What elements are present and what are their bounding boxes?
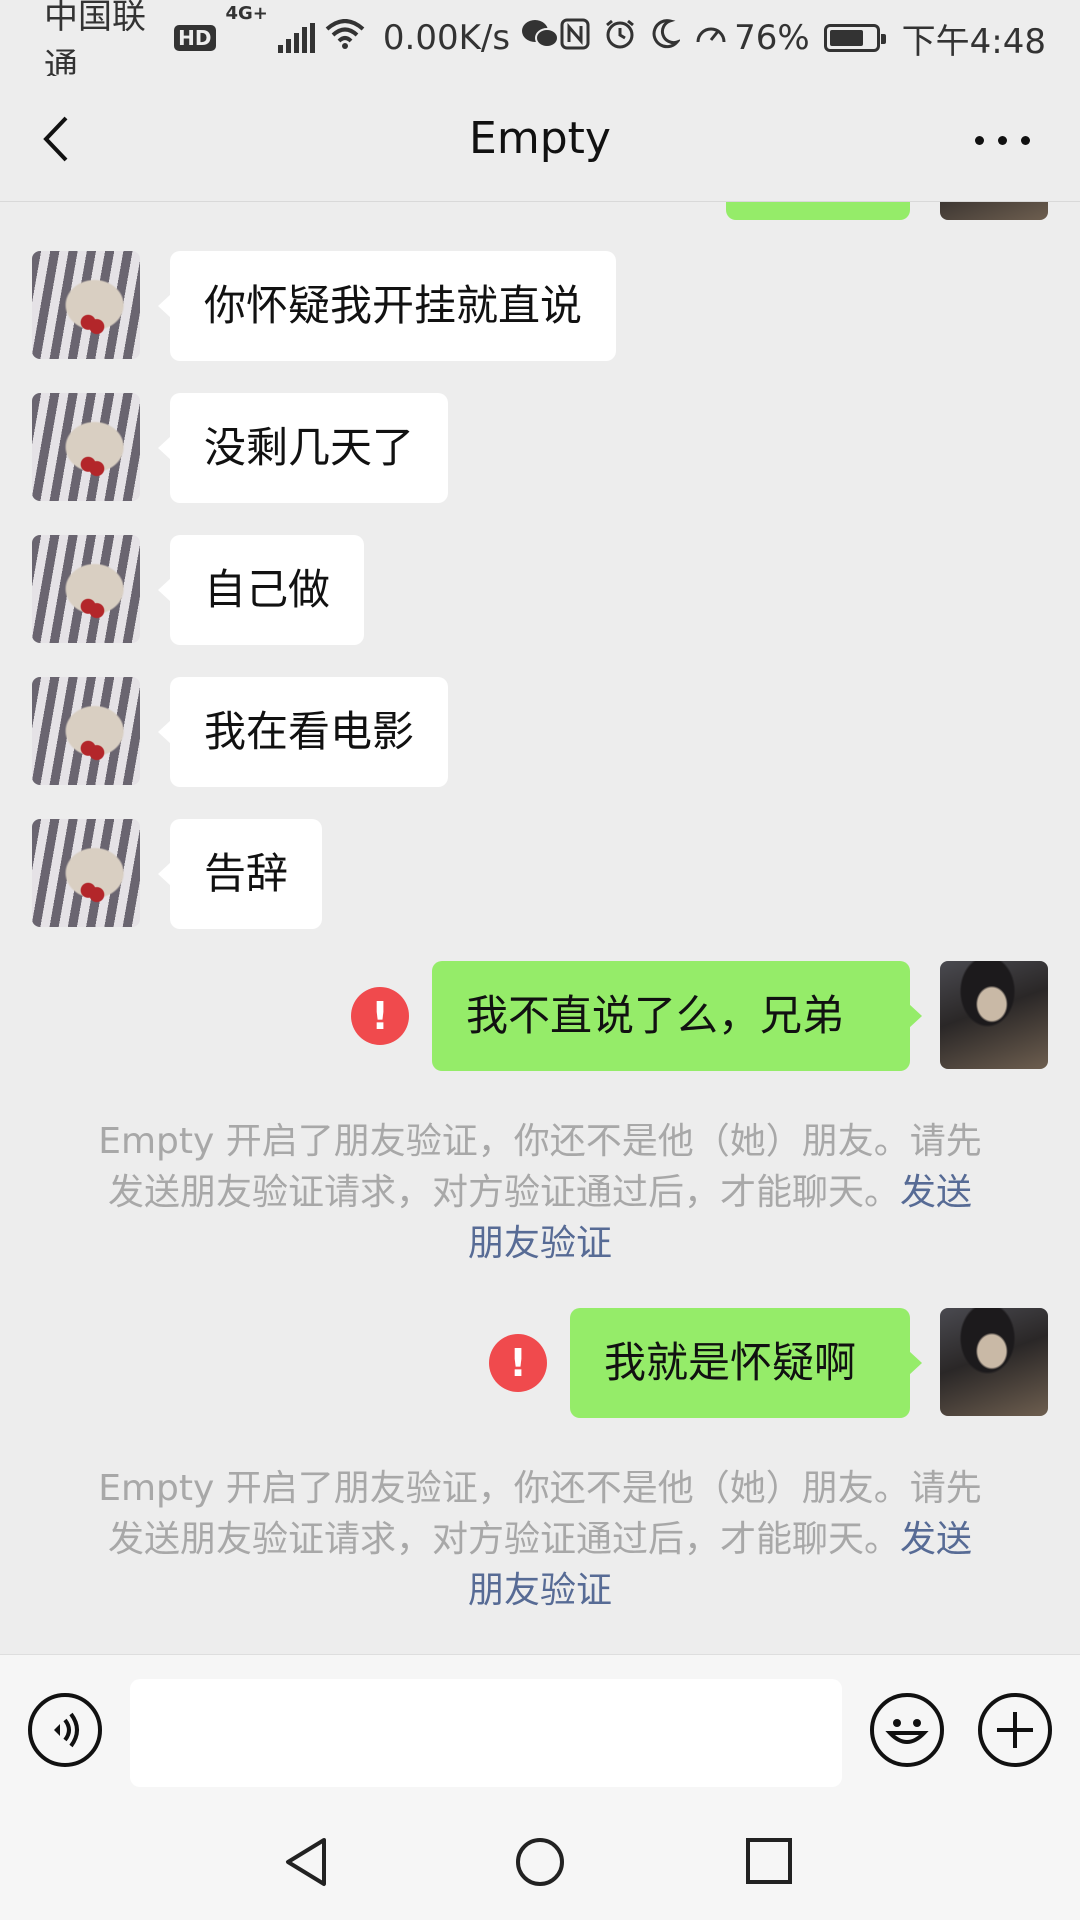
more-dots-icon[interactable] <box>975 136 1030 145</box>
emoji-icon[interactable] <box>870 1693 944 1767</box>
wifi-icon <box>325 18 365 58</box>
send-failed-icon[interactable]: ! <box>351 987 409 1045</box>
send-verification-link[interactable]: 发送 <box>900 1519 972 1560</box>
alarm-icon <box>604 18 636 59</box>
send-verification-link[interactable]: 朋友验证 <box>86 1218 994 1269</box>
message-bubble[interactable]: 你怀疑我开挂就直说 <box>157 251 617 361</box>
friend-verification-notice: Empty 开启了朋友验证，你还不是他（她）朋友。请先 发送朋友验证请求，对方验… <box>86 1463 994 1616</box>
avatar[interactable] <box>32 393 140 501</box>
home-circle-icon[interactable] <box>514 1836 566 1888</box>
speedometer-icon <box>694 18 728 59</box>
nfc-icon <box>560 18 590 59</box>
recents-square-icon[interactable] <box>744 1836 794 1886</box>
avatar[interactable] <box>32 251 140 359</box>
avatar[interactable] <box>32 677 140 785</box>
network-type: 4G+ <box>225 3 268 24</box>
plus-icon[interactable] <box>978 1693 1052 1767</box>
notice-text: Empty 开启了朋友验证，你还不是他（她）朋友。请先 <box>98 1121 982 1162</box>
avatar[interactable] <box>940 1308 1048 1416</box>
friend-verification-notice: Empty 开启了朋友验证，你还不是他（她）朋友。请先 发送朋友验证请求，对方验… <box>86 1116 994 1269</box>
chat-title: Empty <box>469 113 611 164</box>
battery-icon <box>823 24 886 52</box>
notice-text: Empty 开启了朋友验证，你还不是他（她）朋友。请先 <box>98 1468 982 1509</box>
notice-text: 发送朋友验证请求，对方验证通过后，才能聊天。 <box>107 1519 900 1560</box>
message-bubble[interactable]: 没剩几天了 <box>157 393 449 503</box>
message-bubble[interactable]: 我不直说了么，兄弟 <box>432 961 922 1071</box>
back-triangle-icon[interactable] <box>282 1836 332 1888</box>
input-bar <box>0 1654 1080 1804</box>
moon-icon <box>650 18 682 59</box>
voice-icon[interactable] <box>28 1693 102 1767</box>
message-bubble[interactable]: 告辞 <box>157 819 323 929</box>
signal-icon <box>277 23 315 53</box>
notice-text: 发送朋友验证请求，对方验证通过后，才能聊天。 <box>107 1172 900 1213</box>
message-bubble[interactable]: 自己做 <box>157 535 365 645</box>
network-speed: 0.00K/s <box>382 18 511 58</box>
message-bubble-partial <box>726 202 910 220</box>
system-navigation-bar <box>0 1804 1080 1920</box>
status-bar: 中国联通 HD 4G+ 0.00K/s 76% 下午4:48 <box>0 0 1080 86</box>
avatar[interactable] <box>32 535 140 643</box>
message-input[interactable] <box>130 1679 842 1787</box>
message-bubble[interactable]: 我在看电影 <box>157 677 449 787</box>
clock-time: 下午4:48 <box>901 21 1046 62</box>
avatar[interactable] <box>940 961 1048 1069</box>
send-verification-link[interactable]: 朋友验证 <box>86 1565 994 1616</box>
carrier-label: 中国联通 <box>44 0 146 86</box>
chat-header: Empty <box>0 76 1080 202</box>
message-bubble[interactable]: 我就是怀疑啊 <box>570 1308 922 1418</box>
avatar[interactable] <box>940 202 1048 220</box>
battery-percent: 76% <box>734 18 810 58</box>
chat-history[interactable]: 你怀疑我开挂就直说 没剩几天了 自己做 我在看电影 告辞 ! 我不直说了么，兄弟… <box>0 202 1080 1654</box>
hd-badge: HD <box>174 25 216 51</box>
chevron-left-icon[interactable] <box>36 114 80 164</box>
wechat-icon <box>520 18 560 59</box>
send-failed-icon[interactable]: ! <box>489 1334 547 1392</box>
send-verification-link[interactable]: 发送 <box>900 1172 972 1213</box>
avatar[interactable] <box>32 819 140 927</box>
